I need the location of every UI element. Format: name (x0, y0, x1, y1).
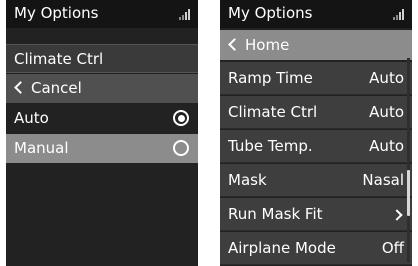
status-title: My Options (14, 4, 99, 22)
status-bar: My Options (220, 0, 412, 28)
option-auto[interactable]: Auto (6, 104, 198, 133)
chevron-left-icon (228, 38, 241, 51)
menu-item-value: Auto (369, 103, 404, 121)
cancel-button[interactable]: Cancel (6, 74, 198, 103)
chevron-left-icon (14, 81, 27, 94)
menu-item-label: Climate Ctrl (228, 103, 318, 121)
home-label: Home (245, 36, 290, 54)
status-title: My Options (228, 4, 313, 22)
chevron-right-icon (391, 209, 403, 221)
scrollbar-track[interactable] (407, 58, 410, 262)
menu-item-label: Run Mask Fit (228, 205, 323, 223)
signal-strength-icon (179, 9, 190, 20)
menu-item-label: Tube Temp. (228, 137, 313, 155)
option-manual[interactable]: Manual (6, 134, 198, 163)
menu-item-ramp-time[interactable]: Ramp Time Auto (220, 62, 412, 95)
option-label: Auto (14, 109, 49, 127)
left-screen: My Options Climate Ctrl Cancel Auto Manu… (6, 0, 198, 266)
menu-item-label: Mask (228, 171, 267, 189)
status-bar: My Options (6, 0, 198, 28)
menu-item-run-mask-fit[interactable]: Run Mask Fit (220, 198, 412, 231)
menu-item-value: Nasal (362, 171, 404, 189)
menu-item-tube-temp[interactable]: Tube Temp. Auto (220, 130, 412, 163)
menu-item-label: Airplane Mode (228, 239, 336, 257)
scrollbar-thumb[interactable] (407, 170, 410, 216)
home-button[interactable]: Home (220, 30, 412, 60)
submenu-title: Climate Ctrl (14, 50, 104, 68)
menu-item-label: Ramp Time (228, 69, 313, 87)
signal-strength-icon (393, 9, 404, 20)
cancel-label: Cancel (31, 79, 82, 97)
menu-item-mask[interactable]: Mask Nasal (220, 164, 412, 197)
option-label: Manual (14, 139, 69, 157)
menu-item-climate-ctrl[interactable]: Climate Ctrl Auto (220, 96, 412, 129)
radio-button-icon (173, 140, 189, 156)
menu-item-value: Auto (369, 137, 404, 155)
menu-item-airplane-mode[interactable]: Airplane Mode Off (220, 232, 412, 265)
menu-item-value: Auto (369, 69, 404, 87)
radio-button-icon (173, 110, 189, 126)
submenu-header: Climate Ctrl (6, 44, 198, 73)
right-screen: My Options Home Ramp Time Auto Climate C… (220, 0, 412, 266)
menu-item-value: Off (381, 239, 404, 257)
